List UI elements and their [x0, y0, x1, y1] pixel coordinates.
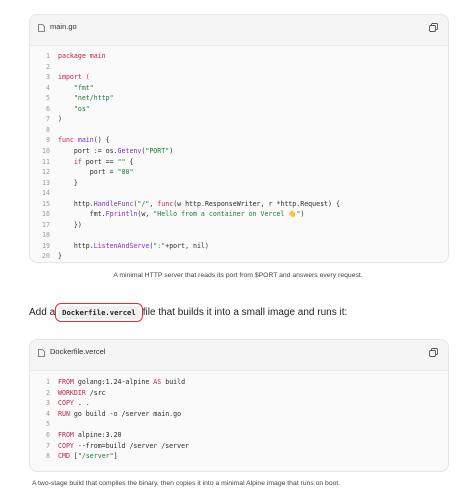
code-line: 3 COPY . .: [30, 398, 448, 409]
file-icon: [38, 24, 45, 32]
line-number: 16: [42, 210, 50, 219]
copy-icon[interactable]: [429, 23, 438, 32]
paragraph-text-after: file that builds it into a small image a…: [142, 307, 348, 318]
code-block-filename: Dockerfile.vercel: [50, 347, 106, 356]
code-text: "os": [58, 104, 90, 113]
line-number: 2: [46, 388, 50, 397]
line-number: 9: [46, 136, 50, 145]
code-line: 6 "os": [30, 104, 448, 115]
code-line: 4 "fmt": [30, 83, 448, 94]
copy-icon[interactable]: [429, 348, 438, 357]
inline-code-filename: Dockerfile.vercel: [55, 303, 143, 322]
code-line: 10 port := os.Getenv("PORT"): [30, 146, 448, 157]
line-number: 1: [46, 52, 50, 60]
code-line: 14: [30, 188, 448, 199]
code-text: CMD ["/server"]: [58, 452, 118, 461]
line-number: 8: [46, 125, 50, 134]
file-icon: [38, 349, 45, 357]
code-line: 2: [30, 62, 448, 73]
code-block-main-go: main.go 1 package main 2 3 import (4 "fmt" 5 …: [29, 14, 449, 263]
code-line: 5 "net/http": [30, 93, 448, 104]
code-line: 5: [30, 419, 448, 430]
code-line: 20}: [30, 251, 448, 262]
line-number: 17: [42, 220, 50, 229]
code-text: http.HandleFunc("/", func(w http.Respons…: [58, 199, 340, 208]
code-line: 1 FROM golang:1.24-alpine AS build: [30, 377, 448, 388]
code-line: 7): [30, 114, 448, 125]
code-line: 8: [30, 125, 448, 136]
code-body: 1 package main 2 3 import (4 "fmt" 5 "net/htt…: [30, 45, 448, 262]
code-text: }: [58, 178, 78, 187]
line-number: 13: [42, 178, 50, 187]
line-number: 18: [42, 231, 50, 240]
line-number: 6: [46, 104, 50, 113]
line-number: 5: [46, 420, 50, 429]
code-block-header: Dockerfile.vercel: [30, 340, 448, 366]
line-number: 7: [46, 115, 50, 124]
line-number: 14: [42, 189, 50, 198]
code-body: 1 FROM golang:1.24-alpine AS build 2 WORKDI…: [30, 370, 448, 471]
code-line: 18: [30, 230, 448, 241]
code-text: WORKDIR /src: [58, 388, 106, 397]
line-number: 1: [46, 378, 50, 386]
code-text: FROM alpine:3.20: [58, 431, 122, 439]
code-text: COPY . .: [58, 399, 90, 408]
code-caption: A two-stage build that compiles the bina…: [32, 480, 341, 487]
code-line: 12 port = "80": [30, 167, 448, 178]
line-number: 11: [42, 157, 50, 166]
code-line: 13 }: [30, 178, 448, 189]
code-text: "fmt": [58, 83, 94, 92]
code-text: }: [58, 252, 62, 261]
code-text: func main() {: [58, 136, 110, 145]
line-number: 2: [46, 62, 50, 71]
code-block-dockerfile: Dockerfile.vercel 1 FROM golang:1.24-alpi…: [29, 339, 449, 472]
code-text: package main: [58, 52, 106, 60]
line-number: 19: [42, 241, 50, 250]
line-number: 6: [46, 431, 50, 439]
code-block-filename: main.go: [50, 22, 77, 31]
line-number: 7: [46, 441, 50, 450]
code-line: 15 http.HandleFunc("/", func(w http.Resp…: [30, 199, 448, 210]
line-number: 12: [42, 168, 50, 177]
code-text: port := os.Getenv("PORT"): [58, 146, 174, 155]
code-text: RUN go build -o /server main.go: [58, 409, 182, 418]
code-line: 4 RUN go build -o /server main.go: [30, 409, 448, 420]
code-text: ): [58, 115, 62, 124]
code-text: FROM golang:1.24-alpine AS build: [58, 378, 186, 386]
code-line: 1 package main: [30, 51, 448, 62]
code-line: 19 http.ListenAndServe(":"+port, nil): [30, 241, 448, 252]
code-caption: A minimal HTTP server that reads its por…: [113, 272, 363, 279]
code-line: 7 COPY --from=build /server /server: [30, 441, 448, 452]
line-number: 5: [46, 94, 50, 103]
line-number: 20: [42, 252, 50, 261]
code-line: 8 CMD ["/server"]: [30, 451, 448, 462]
code-line: 2 WORKDIR /src: [30, 388, 448, 399]
paragraph: Add a Dockerfile.vercel file that builds…: [29, 303, 348, 322]
code-text: http.ListenAndServe(":"+port, nil): [58, 241, 209, 250]
code-line: 17 }): [30, 220, 448, 231]
line-number: 8: [46, 452, 50, 461]
code-line: 11 if port == "" {: [30, 157, 448, 168]
code-block-header: main.go: [30, 15, 448, 41]
code-text: COPY --from=build /server /server: [58, 441, 190, 450]
line-number: 10: [42, 146, 50, 155]
code-text: fmt.Fprintln(w, "Hello from a container …: [58, 210, 305, 219]
line-number: 3: [46, 399, 50, 408]
line-number: 4: [46, 83, 50, 92]
code-text: if port == "" {: [58, 157, 134, 166]
line-number: 3: [46, 73, 50, 82]
paragraph-text-before: Add a: [29, 307, 56, 318]
code-text: }): [58, 220, 82, 229]
code-line: 16 fmt.Fprintln(w, "Hello from a contain…: [30, 209, 448, 220]
line-number: 4: [46, 409, 50, 418]
code-text: port = "80": [58, 168, 134, 177]
code-text: import (: [58, 73, 90, 82]
code-line: 9 func main() {: [30, 135, 448, 146]
line-number: 15: [42, 199, 50, 208]
code-text: "net/http": [58, 94, 114, 103]
code-line: 3 import (: [30, 72, 448, 83]
code-line: 6 FROM alpine:3.20: [30, 430, 448, 441]
